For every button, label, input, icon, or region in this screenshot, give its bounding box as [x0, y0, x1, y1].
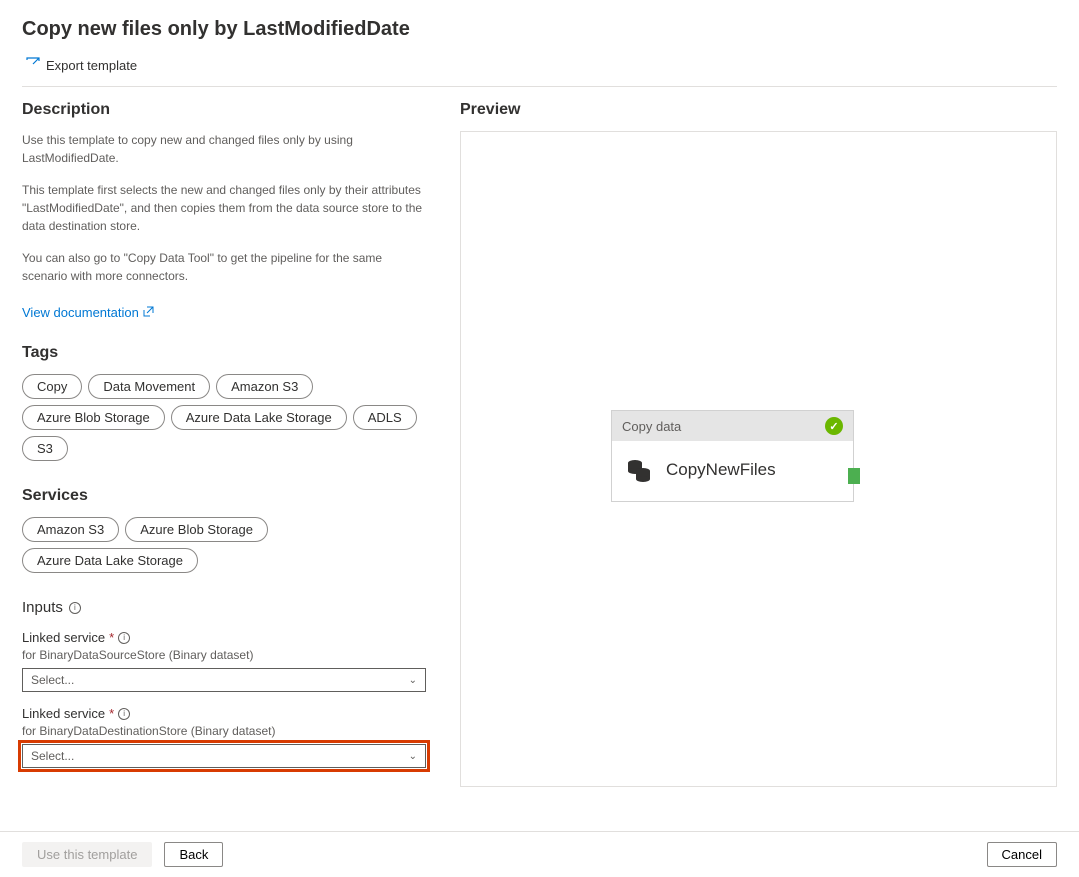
tag-s3[interactable]: S3 [22, 436, 68, 461]
select-placeholder: Select... [31, 749, 74, 763]
preview-heading: Preview [460, 101, 1057, 119]
tag-amazon-s3[interactable]: Amazon S3 [216, 374, 313, 399]
select-placeholder: Select... [31, 673, 74, 687]
linked-service-destination-select[interactable]: Select... ⌄ [22, 744, 426, 768]
required-asterisk: * [109, 706, 114, 721]
linked-service-source-label: Linked service * i [22, 630, 426, 645]
external-link-icon [143, 305, 154, 320]
services-heading: Services [22, 487, 426, 505]
services-section: Services Amazon S3 Azure Blob Storage Az… [22, 487, 426, 573]
toolbar: Export template [0, 51, 1079, 86]
service-amazon-s3[interactable]: Amazon S3 [22, 517, 119, 542]
input-block-destination: Linked service * i for BinaryDataDestina… [22, 706, 426, 768]
use-this-template-button: Use this template [22, 842, 152, 867]
info-icon[interactable]: i [118, 632, 130, 644]
input-block-source: Linked service * i for BinaryDataSourceS… [22, 630, 426, 692]
database-icon [626, 457, 652, 483]
info-icon[interactable]: i [69, 602, 81, 614]
tags-heading: Tags [22, 344, 426, 362]
description-heading: Description [22, 101, 426, 119]
view-documentation-label: View documentation [22, 305, 139, 320]
service-azure-data-lake-storage[interactable]: Azure Data Lake Storage [22, 548, 198, 573]
cancel-button[interactable]: Cancel [987, 842, 1057, 867]
chevron-down-icon: ⌄ [409, 751, 417, 762]
tag-copy[interactable]: Copy [22, 374, 82, 399]
description-body: Use this template to copy new and change… [22, 131, 426, 285]
service-azure-blob-storage[interactable]: Azure Blob Storage [125, 517, 268, 542]
info-icon[interactable]: i [118, 708, 130, 720]
activity-name: CopyNewFiles [666, 460, 776, 480]
inputs-heading: Inputs i [22, 599, 426, 616]
export-template-link[interactable]: Export template [26, 57, 137, 74]
required-asterisk: * [109, 630, 114, 645]
linked-service-source-sub: for BinaryDataSourceStore (Binary datase… [22, 648, 426, 662]
chevron-down-icon: ⌄ [409, 675, 417, 686]
linked-service-destination-label: Linked service * i [22, 706, 426, 721]
back-button[interactable]: Back [164, 842, 223, 867]
description-p2: This template first selects the new and … [22, 181, 426, 235]
tag-data-movement[interactable]: Data Movement [88, 374, 210, 399]
view-documentation-link[interactable]: View documentation [22, 305, 154, 320]
description-p1: Use this template to copy new and change… [22, 131, 426, 167]
activity-body: CopyNewFiles [612, 441, 853, 501]
tag-azure-data-lake-storage[interactable]: Azure Data Lake Storage [171, 405, 347, 430]
activity-header: Copy data ✓ [612, 411, 853, 441]
footer: Use this template Back Cancel [0, 831, 1079, 877]
preview-canvas[interactable]: Copy data ✓ CopyNewFiles [460, 131, 1057, 787]
activity-type-label: Copy data [622, 419, 681, 434]
linked-service-label-1: Linked service [22, 630, 105, 645]
page-title: Copy new files only by LastModifiedDate [22, 18, 1057, 41]
activity-card[interactable]: Copy data ✓ CopyNewFiles [611, 410, 854, 502]
tag-adls[interactable]: ADLS [353, 405, 417, 430]
success-check-icon: ✓ [825, 417, 843, 435]
linked-service-label-2: Linked service [22, 706, 105, 721]
tags-section: Tags Copy Data Movement Amazon S3 Azure … [22, 344, 426, 461]
connector-handle[interactable] [848, 468, 860, 484]
linked-service-source-select[interactable]: Select... ⌄ [22, 668, 426, 692]
page-header: Copy new files only by LastModifiedDate [0, 0, 1079, 51]
tag-azure-blob-storage[interactable]: Azure Blob Storage [22, 405, 165, 430]
description-p3: You can also go to "Copy Data Tool" to g… [22, 249, 426, 285]
export-template-label: Export template [46, 58, 137, 73]
linked-service-destination-sub: for BinaryDataDestinationStore (Binary d… [22, 724, 426, 738]
export-icon [26, 57, 40, 74]
inputs-label: Inputs [22, 599, 63, 616]
